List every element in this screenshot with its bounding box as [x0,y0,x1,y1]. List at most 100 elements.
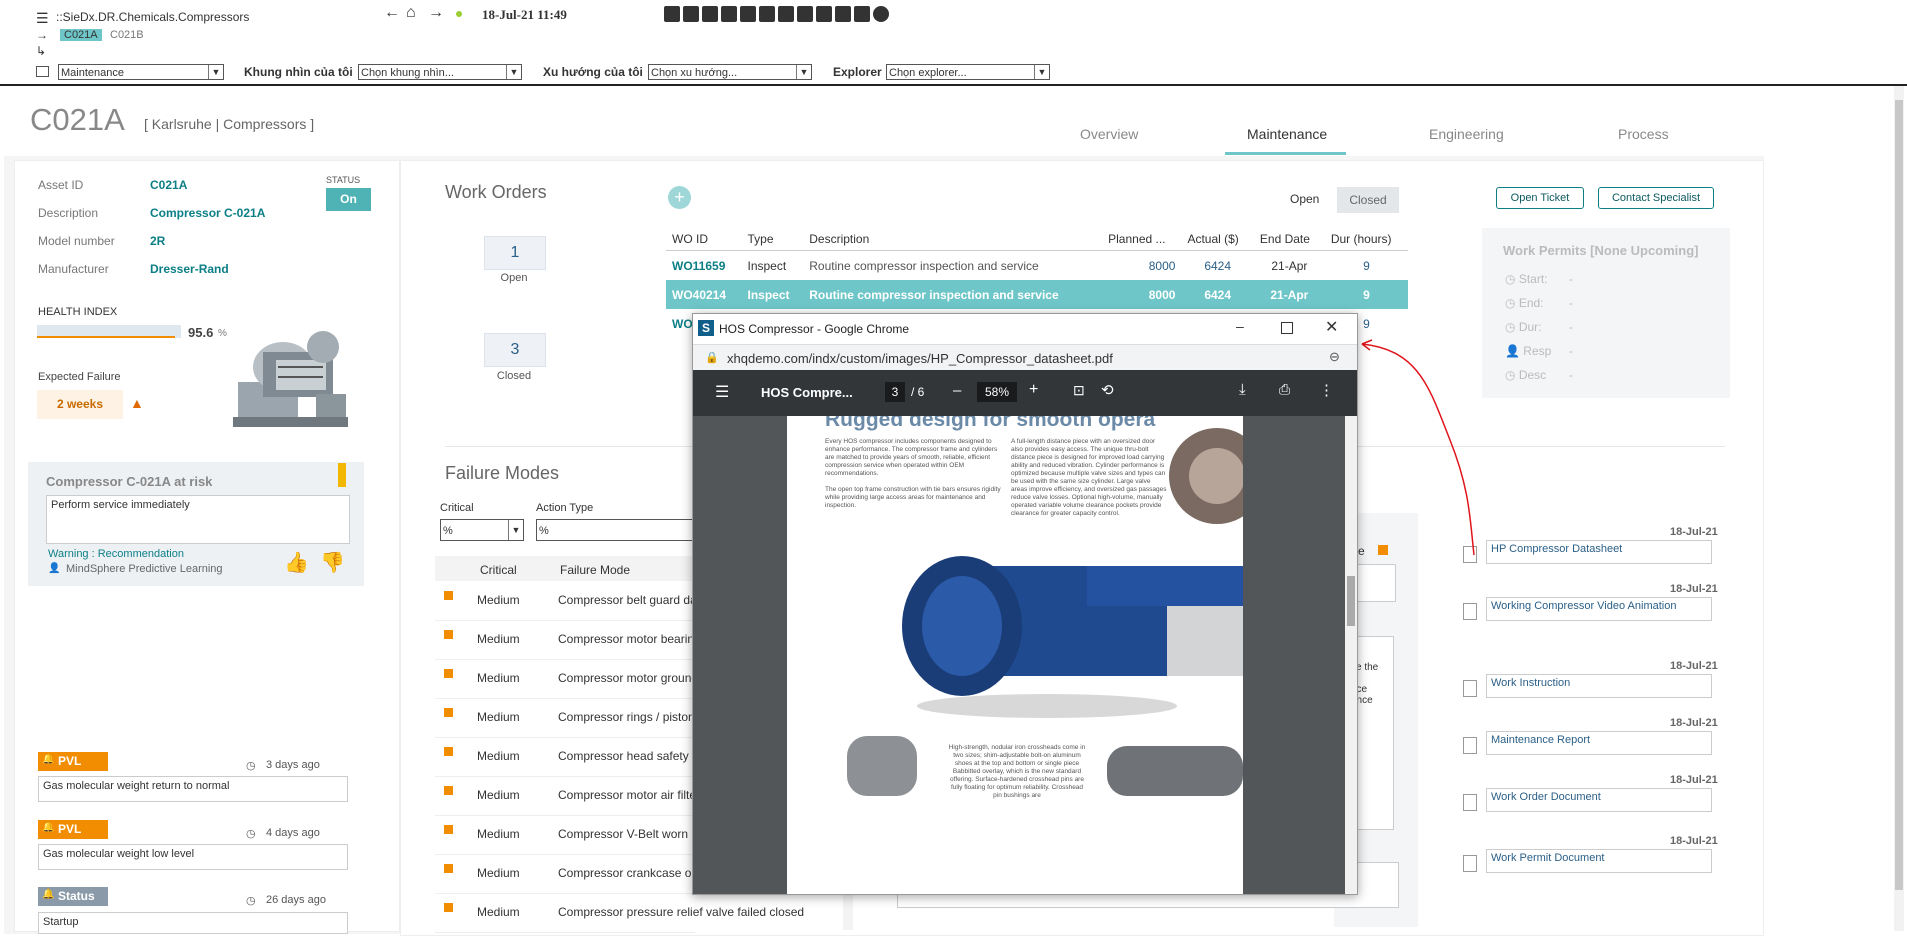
breadcrumb[interactable]: ::SieDx.DR.Chemicals.Compressors [56,10,249,24]
table-row[interactable]: WO11659 Inspect Routine compressor inspe… [666,251,1408,281]
wo-id[interactable]: WO11659 [666,251,742,281]
tab-engineering[interactable]: Engineering [1429,126,1504,142]
recommendation-link[interactable]: Warning : Recommendation [48,548,184,560]
document-link[interactable]: Work Order Document [1486,788,1712,812]
column-header[interactable]: Planned ... [1102,228,1182,251]
print-icon[interactable]: ⎙ [1279,381,1290,398]
failure-mode-row[interactable]: Medium Compressor motor bearing [435,620,701,660]
failure-mode-row[interactable]: Medium Compressor head safety r [435,737,696,777]
window-icon[interactable] [36,66,49,77]
filter-closed[interactable]: Closed [1337,187,1399,213]
print-icon[interactable] [740,6,756,22]
minimize-icon[interactable]: – [1236,318,1244,334]
thumbs-up-icon[interactable]: 👍 [284,550,309,575]
chart-icon[interactable] [683,6,699,22]
failure-criticality: Medium [477,749,520,763]
open-count[interactable]: 1 [484,236,546,270]
page-scrollbar[interactable] [1894,86,1904,931]
critical-filter[interactable]: % ▼ [440,519,524,541]
asset-id-label: Asset ID [38,178,84,192]
document-icon[interactable] [1463,855,1477,872]
failure-mode-row[interactable]: Medium Compressor V-Belt worn [435,815,695,855]
thumbs-down-icon[interactable]: 👎 [320,550,345,575]
export-icon[interactable] [797,6,813,22]
column-header[interactable]: WO ID [666,228,742,251]
settings-icon[interactable] [721,6,737,22]
maximize-icon[interactable] [1281,322,1293,334]
my-view-select[interactable]: Chọn khung nhìn... ▼ [358,64,522,80]
download-icon[interactable]: ⤓ [1239,381,1246,398]
pdf-menu-icon[interactable]: ☰ [715,382,729,402]
pdf-page-input[interactable]: 3 [885,382,905,402]
table-row[interactable]: WO40214 Inspect Routine compressor inspe… [666,280,1408,309]
more-options-icon[interactable]: ⋮ [1319,381,1334,399]
failure-mode-row[interactable]: Medium Compressor motor ground [435,659,698,699]
tab-process[interactable]: Process [1618,126,1669,142]
permit-description: ◷ Desc - [1505,368,1573,382]
filter-open[interactable]: Open [1290,192,1319,206]
help-icon[interactable] [873,6,889,22]
grid-icon[interactable] [835,6,851,22]
forward-arrow-icon[interactable]: → [428,4,444,22]
share-icon[interactable] [816,6,832,22]
document-link[interactable]: Work Instruction [1486,674,1712,698]
wo-type: Inspect [741,280,804,309]
contact-specialist-button[interactable]: Contact Specialist [1598,187,1714,209]
column-header[interactable]: Description [803,228,1103,251]
document-link[interactable]: Maintenance Report [1486,731,1712,755]
column-header[interactable]: Dur (hours) [1324,228,1408,251]
closed-count[interactable]: 3 [484,333,546,367]
menu-icon[interactable]: ☰ [36,10,49,27]
wo-id[interactable]: WO40214 [666,280,742,309]
user-icon[interactable] [778,6,794,22]
view-select[interactable]: Maintenance ▼ [58,64,224,80]
chevron-down-icon: ▼ [506,65,521,79]
my-trend-select[interactable]: Chọn xu hướng... ▼ [648,64,812,80]
tag-c021a[interactable]: C021A [60,29,102,41]
action-type-filter[interactable]: % [536,519,696,541]
document-link[interactable]: Working Compressor Video Animation [1486,597,1712,621]
home-icon[interactable]: ⌂ [406,4,416,22]
pdf-scrollbar-thumb[interactable] [1347,576,1355,626]
failure-mode-column-header[interactable]: Failure Mode [560,563,630,577]
pdf-zoom-input[interactable]: 58% [977,382,1017,402]
zoom-out-icon[interactable]: – [953,382,961,399]
tag-c021b[interactable]: C021B [110,29,144,41]
page-scrollbar-thumb[interactable] [1895,100,1903,890]
document-link[interactable]: HP Compressor Datasheet [1486,540,1712,564]
fit-page-icon[interactable]: ⊡ [1073,382,1085,399]
document-icon[interactable] [1463,737,1477,754]
zoom-in-icon[interactable]: + [1029,381,1038,399]
failure-mode-row[interactable]: Medium Compressor rings / piston [435,698,695,738]
criticality-indicator [444,591,453,600]
document-icon[interactable] [1463,680,1477,697]
upload-icon[interactable] [702,6,718,22]
rotate-icon[interactable]: ⟲ [1101,381,1114,399]
back-arrow-icon[interactable]: ← [384,4,400,22]
document-icon[interactable] [1463,603,1477,620]
column-header[interactable]: Type [741,228,804,251]
critical-column-header[interactable]: Critical [480,563,517,577]
refresh-icon[interactable] [664,6,680,22]
mail-icon[interactable] [759,6,775,22]
pdf-scrollbar[interactable] [1345,416,1357,894]
failure-mode-row[interactable]: Medium Compressor pressure relief valve f… [435,893,804,933]
url-field[interactable]: xhqdemo.com/indx/custom/images/HP_Compre… [727,351,1113,366]
document-link[interactable]: Work Permit Document [1486,849,1712,873]
bar-chart-icon[interactable] [854,6,870,22]
open-ticket-button[interactable]: Open Ticket [1496,187,1584,209]
tab-overview[interactable]: Overview [1080,126,1138,142]
failure-mode-row[interactable]: Medium Compressor belt guard da [435,581,697,621]
failure-mode-row[interactable]: Medium Compressor motor air filte [435,776,696,816]
explorer-select[interactable]: Chọn explorer... ▼ [886,64,1050,80]
column-header[interactable]: Actual ($) [1181,228,1254,251]
zoom-icon[interactable]: ⊖ [1329,349,1340,365]
wo-type: Inspect [747,258,787,273]
tab-maintenance[interactable]: Maintenance [1247,126,1327,142]
close-icon[interactable]: ✕ [1325,317,1338,337]
document-icon[interactable] [1463,794,1477,811]
failure-mode-row[interactable]: Medium Compressor crankcase oil [435,854,697,894]
add-icon[interactable]: + [668,186,691,209]
column-header[interactable]: End Date [1253,228,1325,251]
info-icon: ◷ [1505,368,1519,382]
